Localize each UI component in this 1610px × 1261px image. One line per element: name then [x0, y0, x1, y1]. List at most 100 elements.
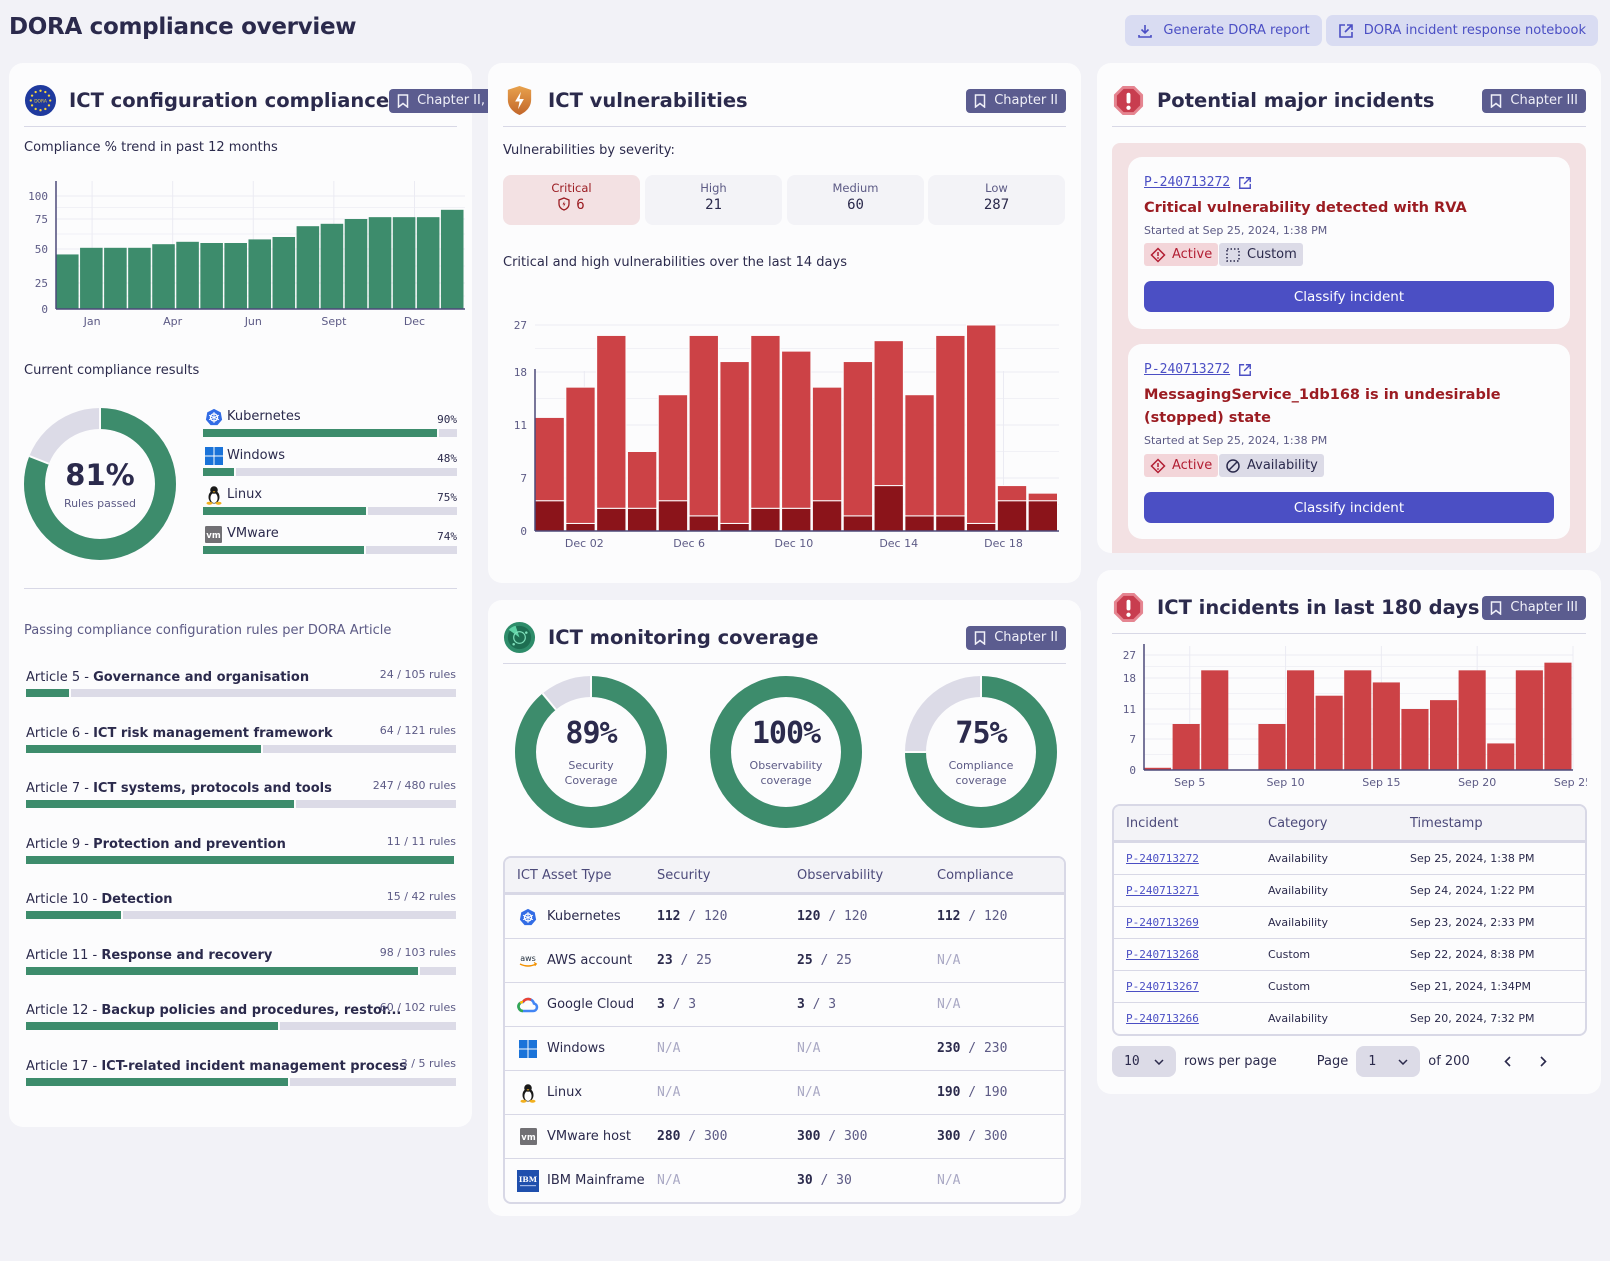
- bar[interactable]: [392, 217, 416, 309]
- bar[interactable]: [416, 217, 440, 309]
- table-row[interactable]: Kubernetes 112 / 120 120 / 120 112 / 120: [505, 894, 1064, 938]
- severity-high[interactable]: High 21: [645, 175, 782, 225]
- column-header[interactable]: ICT Asset Type: [505, 868, 645, 883]
- column-header[interactable]: Incident: [1114, 816, 1256, 831]
- column-header[interactable]: Security: [645, 868, 785, 883]
- bar-critical[interactable]: [966, 522, 997, 532]
- bar-high[interactable]: [904, 394, 935, 517]
- bar[interactable]: [296, 226, 320, 309]
- bar-high[interactable]: [781, 350, 812, 509]
- bar[interactable]: [1372, 682, 1400, 770]
- bar-high[interactable]: [1027, 492, 1058, 502]
- bar[interactable]: [1258, 724, 1286, 770]
- severity-medium[interactable]: Medium 60: [787, 175, 924, 225]
- table-row[interactable]: Google Cloud 3 / 3 3 / 3 N/A: [505, 982, 1064, 1026]
- bar-high[interactable]: [688, 334, 719, 517]
- generate-report-button[interactable]: Generate DORA report: [1125, 15, 1322, 46]
- bar-critical[interactable]: [996, 500, 1028, 532]
- column-header[interactable]: Observability: [785, 868, 925, 883]
- bar[interactable]: [248, 239, 272, 309]
- bar[interactable]: [176, 241, 199, 309]
- incident-id-link[interactable]: P-240713272: [1144, 362, 1252, 377]
- bar[interactable]: [1287, 670, 1315, 770]
- bar-high[interactable]: [719, 361, 750, 524]
- table-row[interactable]: aws AWS account 23 / 25 25 / 25 N/A: [505, 938, 1064, 982]
- incident-notebook-button[interactable]: DORA incident response notebook: [1325, 15, 1598, 46]
- table-row[interactable]: vm VMware host 280 / 300 300 / 300 300 / 300: [505, 1114, 1064, 1158]
- bar[interactable]: [272, 237, 296, 309]
- classify-incident-button[interactable]: Classify incident: [1144, 492, 1554, 523]
- bar[interactable]: [56, 254, 79, 309]
- table-row[interactable]: Linux N/A N/A 190 / 190: [505, 1070, 1064, 1114]
- bar-critical[interactable]: [534, 500, 565, 532]
- bar-critical[interactable]: [657, 500, 689, 532]
- bar-critical[interactable]: [750, 507, 781, 532]
- bar-high[interactable]: [935, 334, 966, 517]
- bar-critical[interactable]: [811, 500, 843, 532]
- bar[interactable]: [1430, 700, 1458, 770]
- table-row[interactable]: Windows N/A N/A 230 / 230: [505, 1026, 1064, 1070]
- bar[interactable]: [128, 247, 151, 309]
- column-header[interactable]: Timestamp: [1398, 816, 1585, 831]
- bar[interactable]: [1544, 662, 1572, 770]
- bar-critical[interactable]: [842, 515, 874, 532]
- bar[interactable]: [344, 219, 368, 309]
- bar-critical[interactable]: [565, 522, 596, 532]
- bar-critical[interactable]: [873, 485, 904, 532]
- incident-id-link[interactable]: P-240713267: [1114, 980, 1256, 993]
- bar-critical[interactable]: [1027, 500, 1058, 532]
- incident-id-link[interactable]: P-240713269: [1114, 916, 1256, 929]
- bar[interactable]: [80, 247, 103, 309]
- chapter-badge[interactable]: Chapter III: [1482, 88, 1586, 113]
- bar[interactable]: [1201, 670, 1229, 770]
- incident-id-link[interactable]: P-240713272: [1144, 175, 1252, 190]
- bar[interactable]: [440, 209, 464, 309]
- bar-critical[interactable]: [781, 507, 812, 532]
- bar[interactable]: [1172, 724, 1200, 770]
- chapter-badge[interactable]: Chapter II: [966, 88, 1066, 113]
- bar[interactable]: [1458, 670, 1486, 770]
- bar-high[interactable]: [626, 451, 658, 509]
- bar[interactable]: [152, 244, 175, 309]
- bar-high[interactable]: [996, 485, 1028, 502]
- bar[interactable]: [200, 243, 223, 309]
- column-header[interactable]: Compliance: [925, 868, 1064, 883]
- bar-critical[interactable]: [935, 515, 966, 532]
- incident-id-link[interactable]: P-240713272: [1114, 852, 1256, 865]
- bar-critical[interactable]: [719, 522, 750, 532]
- bar[interactable]: [368, 217, 392, 309]
- bar-high[interactable]: [966, 324, 997, 524]
- incident-id-link[interactable]: P-240713268: [1114, 948, 1256, 961]
- bar-high[interactable]: [534, 416, 565, 502]
- bar-high[interactable]: [596, 334, 627, 509]
- bar-high[interactable]: [750, 334, 781, 509]
- bar[interactable]: [1315, 695, 1343, 770]
- bar-critical[interactable]: [626, 507, 658, 532]
- bar-high[interactable]: [657, 394, 689, 502]
- bar-critical[interactable]: [688, 515, 719, 532]
- column-header[interactable]: Category: [1256, 816, 1398, 831]
- incident-id-link[interactable]: P-240713271: [1114, 884, 1256, 897]
- bar[interactable]: [320, 223, 344, 309]
- rows-per-page-select[interactable]: 10: [1112, 1046, 1176, 1077]
- bar[interactable]: [1344, 670, 1372, 770]
- severity-critical[interactable]: Critical 6: [503, 175, 640, 225]
- bar-critical[interactable]: [904, 515, 935, 532]
- page-select[interactable]: 1: [1356, 1046, 1421, 1077]
- bar-high[interactable]: [842, 361, 874, 517]
- next-page-button[interactable]: [1532, 1050, 1556, 1074]
- bar-high[interactable]: [811, 386, 843, 502]
- bar[interactable]: [1515, 670, 1543, 770]
- incident-id-link[interactable]: P-240713266: [1114, 1012, 1256, 1025]
- table-row[interactable]: IBM IBM Mainframe N/A 30 / 30 N/A: [505, 1158, 1064, 1202]
- bar-high[interactable]: [565, 386, 596, 524]
- bar[interactable]: [104, 247, 127, 309]
- chapter-badge[interactable]: Chapter III: [1482, 595, 1586, 620]
- bar[interactable]: [1401, 709, 1429, 770]
- chapter-badge[interactable]: Chapter II: [966, 625, 1066, 650]
- bar-high[interactable]: [873, 340, 904, 487]
- bar[interactable]: [224, 243, 247, 309]
- bar[interactable]: [1487, 743, 1515, 770]
- bar-critical[interactable]: [596, 507, 627, 532]
- classify-incident-button[interactable]: Classify incident: [1144, 281, 1554, 312]
